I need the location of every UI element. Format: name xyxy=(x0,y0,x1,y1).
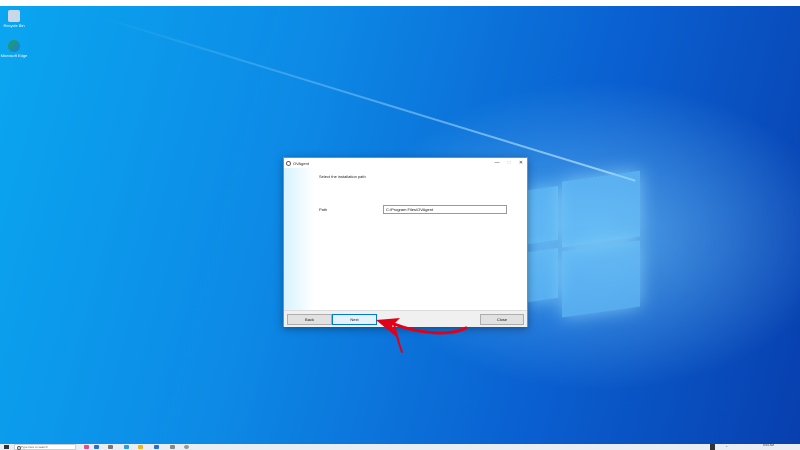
dialog-title: OVAgent xyxy=(293,160,309,166)
installer-dialog: OVAgent — □ ✕ Select the installation pa… xyxy=(283,157,528,327)
path-input[interactable] xyxy=(383,205,507,214)
taskbar-app-icon[interactable] xyxy=(84,445,89,449)
minimize-button[interactable]: — xyxy=(491,160,503,166)
dialog-side-banner xyxy=(284,168,314,310)
app-icon xyxy=(286,160,291,166)
taskbar-app-icon[interactable] xyxy=(94,445,99,449)
tray-icon[interactable] xyxy=(710,444,715,450)
close-button[interactable]: Close xyxy=(480,314,524,325)
edge-icon xyxy=(8,40,20,52)
tray-chevron-icon[interactable]: ^ xyxy=(726,444,727,450)
taskbar-app-icon[interactable] xyxy=(170,445,175,449)
taskbar-folder-icon[interactable] xyxy=(138,445,143,449)
close-window-button[interactable]: ✕ xyxy=(515,160,527,166)
dialog-titlebar[interactable]: OVAgent — □ ✕ xyxy=(284,158,527,168)
recycle-bin-icon xyxy=(8,10,20,22)
path-label: Path xyxy=(319,207,328,212)
back-button[interactable]: Back xyxy=(287,314,332,325)
taskbar-edge-icon[interactable] xyxy=(124,445,129,449)
desktop-icon-recycle-bin[interactable]: Recycle Bin xyxy=(0,10,28,28)
maximize-button[interactable]: □ xyxy=(503,160,515,166)
taskbar-app-icon[interactable] xyxy=(184,445,189,449)
taskbar-clock[interactable]: 9:03 AM xyxy=(763,444,774,447)
taskbar-app-icon[interactable] xyxy=(108,445,113,449)
red-arrow-annotation xyxy=(376,318,468,353)
desktop-icon-edge[interactable]: Microsoft Edge xyxy=(0,40,28,58)
taskbar: Type here to search ^ 9:03 AM xyxy=(0,444,800,450)
search-icon xyxy=(17,446,21,450)
taskbar-search-box[interactable]: Type here to search xyxy=(14,444,76,450)
windows-start-icon[interactable] xyxy=(4,445,9,449)
taskbar-app-icon[interactable] xyxy=(154,445,159,449)
page-heading: Select the installation path xyxy=(319,174,366,179)
